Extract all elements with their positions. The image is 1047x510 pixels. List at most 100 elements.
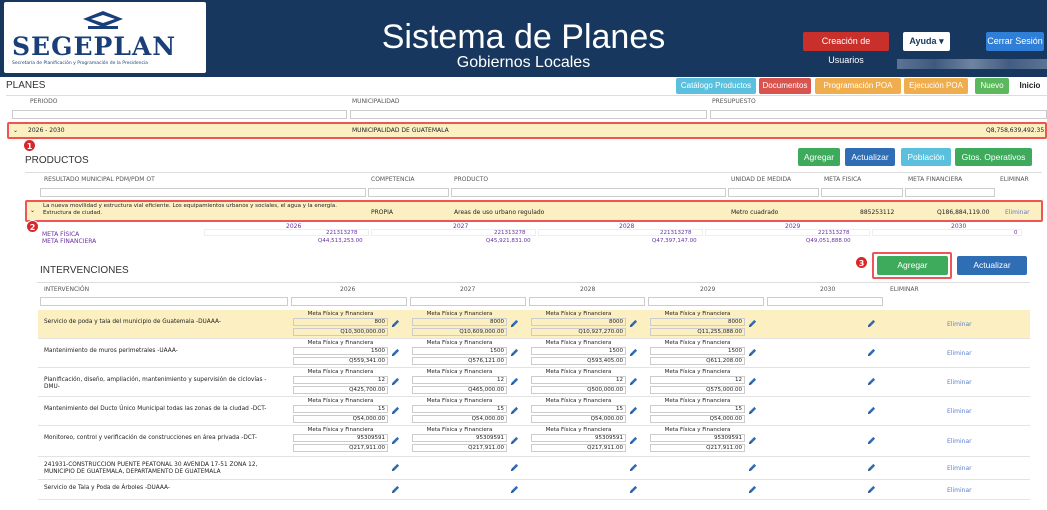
edit-pencil-icon[interactable] <box>748 436 757 445</box>
edit-pencil-icon[interactable] <box>629 377 638 386</box>
filter-presupuesto-input[interactable] <box>710 110 1047 119</box>
edit-pencil-icon[interactable] <box>629 436 638 445</box>
filter-intervencion-input[interactable] <box>40 297 288 306</box>
edit-pencil-icon[interactable] <box>510 348 519 357</box>
filter-municipalidad-input[interactable] <box>350 110 707 119</box>
expand-chevron-icon[interactable]: ⌄ <box>30 207 35 214</box>
population-button[interactable]: Población <box>901 148 951 166</box>
meta-fisica-value: 95309591 <box>650 434 745 442</box>
delete-intervention-link[interactable]: Eliminar <box>947 321 972 328</box>
filter-unidad-input[interactable] <box>728 188 819 197</box>
delete-intervention-link[interactable]: Eliminar <box>947 487 972 494</box>
section-label-planes: PLANES <box>6 80 46 91</box>
edit-pencil-icon[interactable] <box>391 406 400 415</box>
filter-producto-input[interactable] <box>451 188 726 197</box>
meta-financiera-value: Q575,000.00 <box>650 386 745 394</box>
edit-pencil-icon[interactable] <box>629 319 638 328</box>
edit-pencil-icon[interactable] <box>748 348 757 357</box>
edit-pencil-icon[interactable] <box>391 319 400 328</box>
edit-pencil-icon[interactable] <box>867 463 876 472</box>
edit-pencil-icon[interactable] <box>867 436 876 445</box>
meta-fisica-value: 800 <box>293 318 388 326</box>
home-button[interactable]: Inicio <box>1013 78 1047 94</box>
edit-pencil-icon[interactable] <box>391 436 400 445</box>
edit-pencil-icon[interactable] <box>748 463 757 472</box>
filter-2030-input[interactable] <box>767 297 883 306</box>
col-header-meta-financiera: META FINANCIERA <box>908 176 963 183</box>
edit-pencil-icon[interactable] <box>629 463 638 472</box>
filter-2028-input[interactable] <box>529 297 645 306</box>
edit-pencil-icon[interactable] <box>510 463 519 472</box>
meta-cell-label: Meta Física y Financiera <box>426 340 493 346</box>
delete-intervention-link[interactable]: Eliminar <box>947 408 972 415</box>
edit-pencil-icon[interactable] <box>510 377 519 386</box>
edit-pencil-icon[interactable] <box>391 348 400 357</box>
edit-pencil-icon[interactable] <box>510 436 519 445</box>
filter-competencia-input[interactable] <box>368 188 449 197</box>
filter-meta-fisica-input[interactable] <box>821 188 903 197</box>
update-products-button[interactable]: Actualizar <box>845 148 895 166</box>
edit-pencil-icon[interactable] <box>510 406 519 415</box>
edit-pencil-icon[interactable] <box>629 348 638 357</box>
catalog-products-button[interactable]: Catálogo Productos <box>676 78 756 94</box>
meta-fisica-value: 12 <box>293 376 388 384</box>
logout-button[interactable]: Cerrar Sesión <box>986 32 1044 51</box>
new-button[interactable]: Nuevo <box>975 78 1009 94</box>
meta-cell: Meta Física y Financiera 8000 Q10,927,270.… <box>531 311 626 340</box>
meta-cell-label: Meta Física y Financiera <box>426 369 493 375</box>
edit-pencil-icon[interactable] <box>867 377 876 386</box>
meta-fisica-value: 15 <box>412 405 507 413</box>
delete-intervention-link[interactable]: Eliminar <box>947 438 972 445</box>
poa-programming-button[interactable]: Programación POA <box>815 78 901 94</box>
edit-pencil-icon[interactable] <box>629 406 638 415</box>
filter-2026-input[interactable] <box>291 297 407 306</box>
meta-fisica-value: 8000 <box>531 318 626 326</box>
filter-2027-input[interactable] <box>410 297 526 306</box>
meta-fisica-box-2030 <box>872 229 1022 236</box>
edit-pencil-icon[interactable] <box>748 377 757 386</box>
filter-meta-financiera-input[interactable] <box>905 188 995 197</box>
delete-intervention-link[interactable]: Eliminar <box>947 465 972 472</box>
meta-cell-label: Meta Física y Financiera <box>545 340 612 346</box>
add-intervention-button[interactable]: Agregar <box>877 256 948 275</box>
edit-pencil-icon[interactable] <box>510 319 519 328</box>
operating-expenses-button[interactable]: Gtos. Operativos <box>955 148 1032 166</box>
col-header-producto: PRODUCTO <box>454 176 489 183</box>
filter-resultado-input[interactable] <box>40 188 366 197</box>
poa-execution-button[interactable]: Ejecución POA <box>904 78 968 94</box>
edit-pencil-icon[interactable] <box>867 485 876 494</box>
edit-pencil-icon[interactable] <box>867 348 876 357</box>
meta-cell: Meta Física y Financiera 1500 Q611,208.00 <box>650 340 745 369</box>
meta-cell-label: Meta Física y Financiera <box>307 340 374 346</box>
meta-financiera-value: Q10,927,270.00 <box>531 328 626 336</box>
meta-cell-label: Meta Física y Financiera <box>307 398 374 404</box>
filter-periodo-input[interactable] <box>12 110 347 119</box>
edit-pencil-icon[interactable] <box>510 485 519 494</box>
edit-pencil-icon[interactable] <box>867 406 876 415</box>
edit-pencil-icon[interactable] <box>748 485 757 494</box>
meta-financiera-value: Q10,300,000.00 <box>293 328 388 336</box>
create-users-button[interactable]: Creación de Usuarios <box>803 32 889 65</box>
update-interventions-button[interactable]: Actualizar <box>957 256 1027 275</box>
meta-cell-label: Meta Física y Financiera <box>426 398 493 404</box>
plan-periodo: 2026 - 2030 <box>28 127 65 134</box>
app-subtitle: Gobiernos Locales <box>456 54 591 71</box>
edit-pencil-icon[interactable] <box>391 485 400 494</box>
delete-intervention-link[interactable]: Eliminar <box>947 350 972 357</box>
expand-chevron-icon[interactable]: ⌄ <box>13 127 18 134</box>
edit-pencil-icon[interactable] <box>748 406 757 415</box>
meta-financiera-value: Q559,341.00 <box>293 357 388 365</box>
edit-pencil-icon[interactable] <box>391 377 400 386</box>
delete-intervention-link[interactable]: Eliminar <box>947 379 972 386</box>
documents-button[interactable]: Documentos <box>759 78 811 94</box>
add-product-button[interactable]: Agregar <box>798 148 840 166</box>
filter-2029-input[interactable] <box>648 297 764 306</box>
edit-pencil-icon[interactable] <box>748 319 757 328</box>
help-dropdown[interactable]: Ayuda ▾ <box>903 32 950 51</box>
edit-pencil-icon[interactable] <box>391 463 400 472</box>
products-title: PRODUCTOS <box>25 155 89 166</box>
edit-pencil-icon[interactable] <box>867 319 876 328</box>
delete-product-link[interactable]: Eliminar <box>1005 209 1030 216</box>
edit-pencil-icon[interactable] <box>629 485 638 494</box>
meta-fisica-2027: 221313278 <box>494 230 526 236</box>
